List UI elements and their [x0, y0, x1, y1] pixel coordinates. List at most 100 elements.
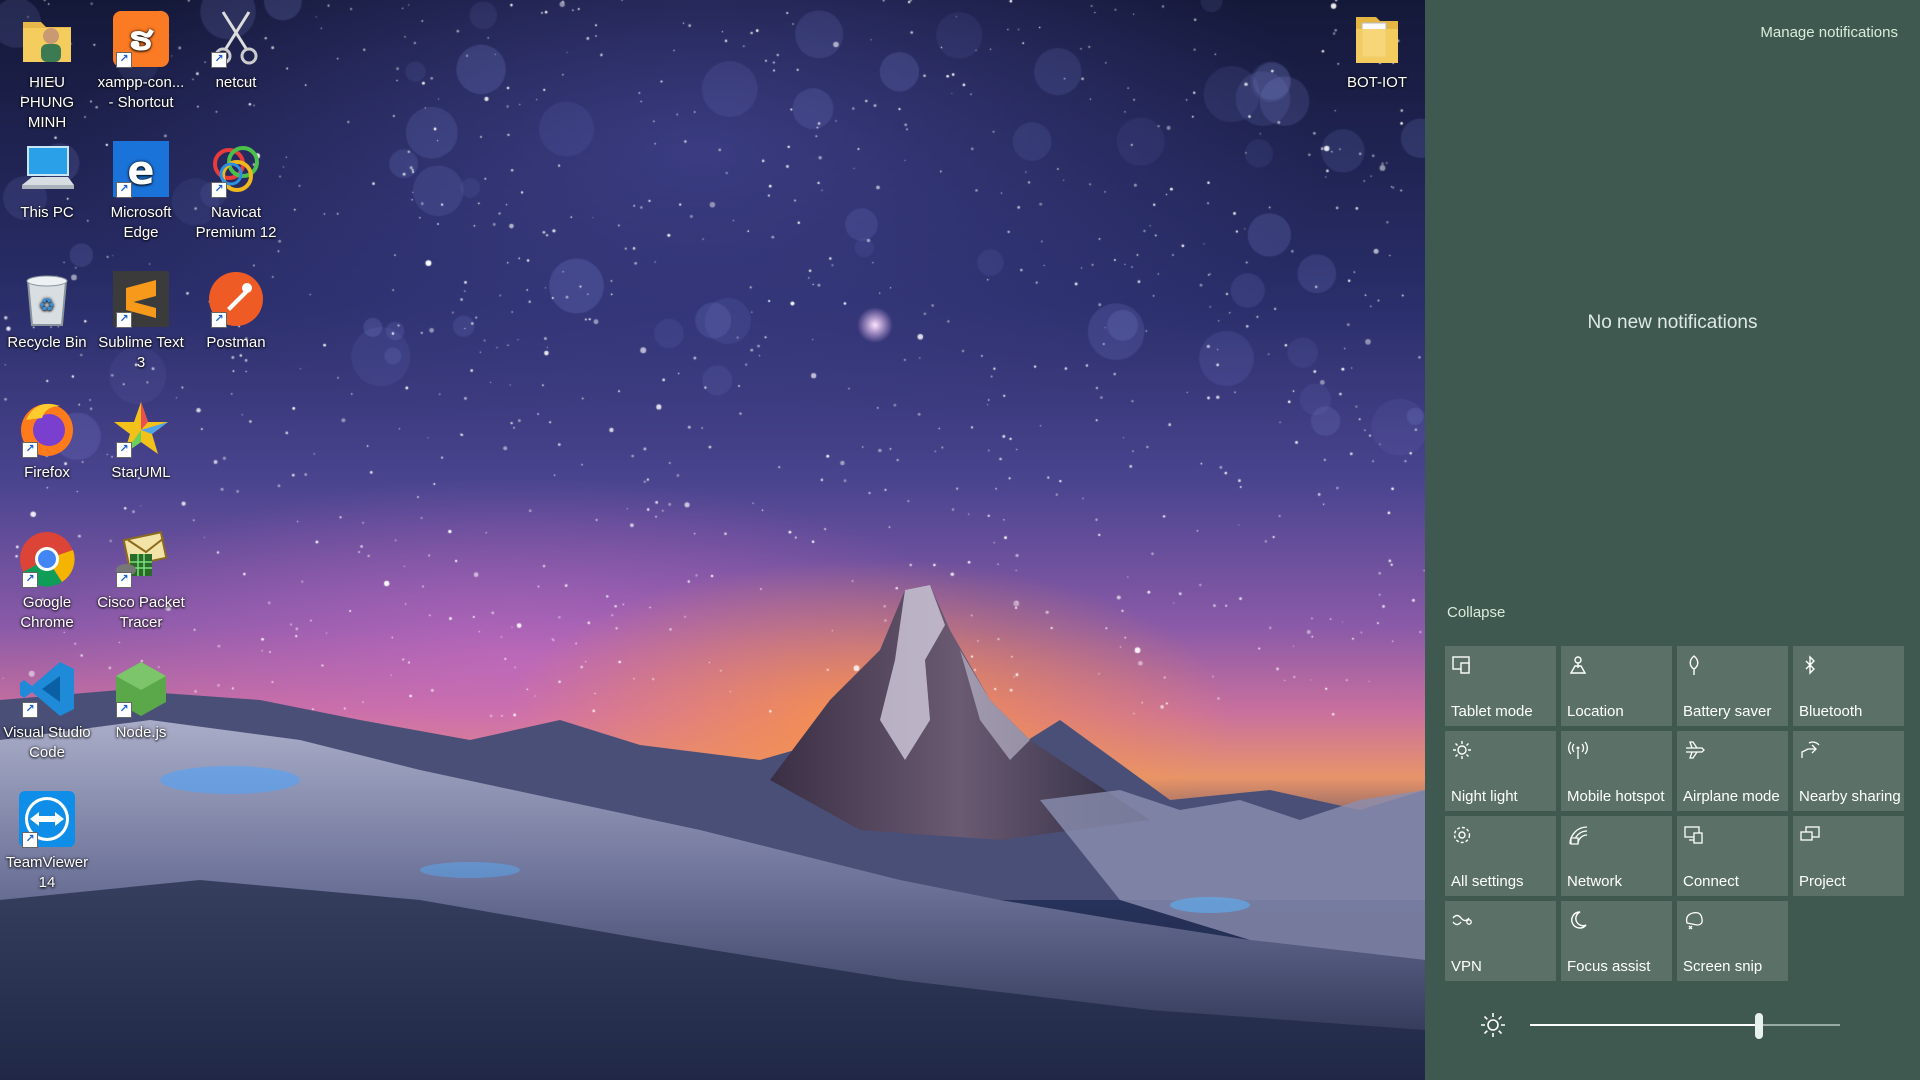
- vpn-icon: [1452, 914, 1472, 926]
- tile-label: Airplane mode: [1683, 788, 1780, 805]
- desktop-icon-label: HIEU PHUNG MINH: [19, 74, 75, 131]
- tile-label: Location: [1567, 703, 1624, 720]
- project-icon: [1800, 826, 1820, 841]
- desktop-icon-label: Sublime Text 3: [98, 334, 184, 371]
- tile-screen-snip[interactable]: Screen snip: [1677, 901, 1788, 981]
- scissors-icon: ↗: [205, 8, 267, 70]
- desktop-icon-label: netcut: [215, 74, 257, 91]
- brightness-icon: [1481, 1013, 1505, 1037]
- shortcut-arrow-icon: ↗: [211, 182, 227, 198]
- screen-snip-icon: [1685, 911, 1703, 930]
- desktop-icon-edge[interactable]: e ↗ Microsoft Edge: [94, 138, 188, 243]
- quick-actions-grid: Tablet mode Location Battery saver Bluet…: [1445, 646, 1905, 981]
- staruml-icon: ↗: [110, 398, 172, 460]
- desktop-icon-postman[interactable]: ↗ Postman: [189, 268, 283, 353]
- bluetooth-icon: [1805, 655, 1815, 675]
- night-light-icon: [1453, 741, 1471, 759]
- tile-all-settings[interactable]: All settings: [1445, 816, 1556, 896]
- tile-vpn[interactable]: VPN: [1445, 901, 1556, 981]
- desktop-icon-this-pc[interactable]: This PC: [0, 138, 94, 223]
- desktop-icon-label: Google Chrome: [20, 594, 74, 631]
- desktop-icon-staruml[interactable]: ↗ StarUML: [94, 398, 188, 483]
- desktop-icon-label: Visual Studio Code: [3, 724, 91, 761]
- packet-tracer-icon: ↗: [110, 528, 172, 590]
- desktop-icon-nodejs[interactable]: ↗ Node.js: [94, 658, 188, 743]
- desktop-icon-label: TeamViewer 14: [5, 854, 89, 891]
- tile-label: Battery saver: [1683, 703, 1772, 720]
- shortcut-arrow-icon: ↗: [116, 312, 132, 328]
- computer-icon: [16, 138, 78, 200]
- tile-label: Nearby sharing: [1799, 788, 1901, 805]
- desktop-icon-label: Recycle Bin: [7, 334, 87, 351]
- network-icon: [1569, 826, 1588, 845]
- shortcut-arrow-icon: ↗: [22, 702, 38, 718]
- desktop-icon-sublime[interactable]: ↗ Sublime Text 3: [94, 268, 188, 373]
- recycle-bin-icon: ♻: [16, 268, 78, 330]
- sublime-icon: ↗: [110, 268, 172, 330]
- moon-icon: [1571, 911, 1587, 929]
- tile-network[interactable]: Network: [1561, 816, 1672, 896]
- user-folder-icon: [16, 8, 78, 70]
- shortcut-arrow-icon: ↗: [211, 312, 227, 328]
- tile-connect[interactable]: Connect: [1677, 816, 1788, 896]
- tile-label: Tablet mode: [1451, 703, 1533, 720]
- tile-airplane-mode[interactable]: Airplane mode: [1677, 731, 1788, 811]
- shortcut-arrow-icon: ↗: [22, 572, 38, 588]
- brightness-slider-thumb[interactable]: [1755, 1013, 1764, 1039]
- desktop-icon-vscode[interactable]: ↗ Visual Studio Code: [0, 658, 94, 763]
- tile-label: Bluetooth: [1799, 703, 1863, 720]
- tile-label: Network: [1567, 873, 1623, 890]
- tile-tablet-mode[interactable]: Tablet mode: [1445, 646, 1556, 726]
- shortcut-arrow-icon: ↗: [116, 572, 132, 588]
- mobile-hotspot-icon: [1568, 741, 1588, 759]
- airplane-icon: [1686, 741, 1705, 759]
- connect-icon: [1684, 826, 1703, 844]
- desktop-icon-chrome[interactable]: ↗ Google Chrome: [0, 528, 94, 633]
- desktop-icon-xampp[interactable]: ຮ ↗ xampp-con... - Shortcut: [94, 8, 188, 113]
- firefox-icon: ↗: [16, 398, 78, 460]
- collapse-link[interactable]: Collapse: [1447, 604, 1505, 621]
- tile-label: Night light: [1451, 788, 1518, 805]
- tile-project[interactable]: Project: [1793, 816, 1904, 896]
- desktop-icon-label: Microsoft Edge: [110, 204, 172, 241]
- desktop-icon-recycle-bin[interactable]: ♻ Recycle Bin: [0, 268, 94, 353]
- tile-label: Mobile hotspot: [1567, 788, 1665, 805]
- chrome-icon: ↗: [16, 528, 78, 590]
- battery-saver-icon: [1689, 655, 1699, 675]
- no-notifications-message: No new notifications: [1587, 312, 1758, 333]
- location-icon: [1569, 656, 1587, 674]
- xampp-icon: ຮ ↗: [110, 8, 172, 70]
- desktop: HIEU PHUNG MINH ຮ ↗ xampp-con... - Short…: [0, 0, 1425, 1080]
- shortcut-arrow-icon: ↗: [22, 832, 38, 848]
- desktop-icon-bot-iot[interactable]: BOT-IOT: [1330, 8, 1424, 93]
- desktop-icon-netcut[interactable]: ↗ netcut: [189, 8, 283, 93]
- manage-notifications-link[interactable]: Manage notifications: [1760, 24, 1898, 41]
- vscode-icon: ↗: [16, 658, 78, 720]
- tile-night-light[interactable]: Night light: [1445, 731, 1556, 811]
- desktop-icon-hieu-phung-minh[interactable]: HIEU PHUNG MINH: [0, 8, 94, 133]
- tile-label: Focus assist: [1567, 958, 1651, 975]
- shortcut-arrow-icon: ↗: [116, 702, 132, 718]
- desktop-icon-label: This PC: [20, 204, 74, 221]
- desktop-icon-packet-tracer[interactable]: ↗ Cisco Packet Tracer: [94, 528, 188, 633]
- shortcut-arrow-icon: ↗: [116, 182, 132, 198]
- desktop-icon-navicat[interactable]: ↗ Navicat Premium 12: [189, 138, 283, 243]
- brightness-slider-fill: [1530, 1024, 1760, 1026]
- tile-label: VPN: [1451, 958, 1482, 975]
- tile-battery-saver[interactable]: Battery saver: [1677, 646, 1788, 726]
- tile-location[interactable]: Location: [1561, 646, 1672, 726]
- tile-focus-assist[interactable]: Focus assist: [1561, 901, 1672, 981]
- teamviewer-icon: ↗: [16, 788, 78, 850]
- shortcut-arrow-icon: ↗: [22, 442, 38, 458]
- tile-label: Project: [1799, 873, 1846, 890]
- brightness-control: [1480, 1010, 1880, 1040]
- desktop-icon-firefox[interactable]: ↗ Firefox: [0, 398, 94, 483]
- tile-nearby-sharing[interactable]: Nearby sharing: [1793, 731, 1904, 811]
- tablet-mode-icon: [1452, 656, 1470, 674]
- desktop-icon-teamviewer[interactable]: ↗ TeamViewer 14: [0, 788, 94, 893]
- tile-label: Connect: [1683, 873, 1739, 890]
- tile-mobile-hotspot[interactable]: Mobile hotspot: [1561, 731, 1672, 811]
- desktop-icon-label: xampp-con... - Shortcut: [97, 74, 185, 111]
- tile-bluetooth[interactable]: Bluetooth: [1793, 646, 1904, 726]
- desktop-icon-label: Cisco Packet Tracer: [97, 594, 185, 631]
